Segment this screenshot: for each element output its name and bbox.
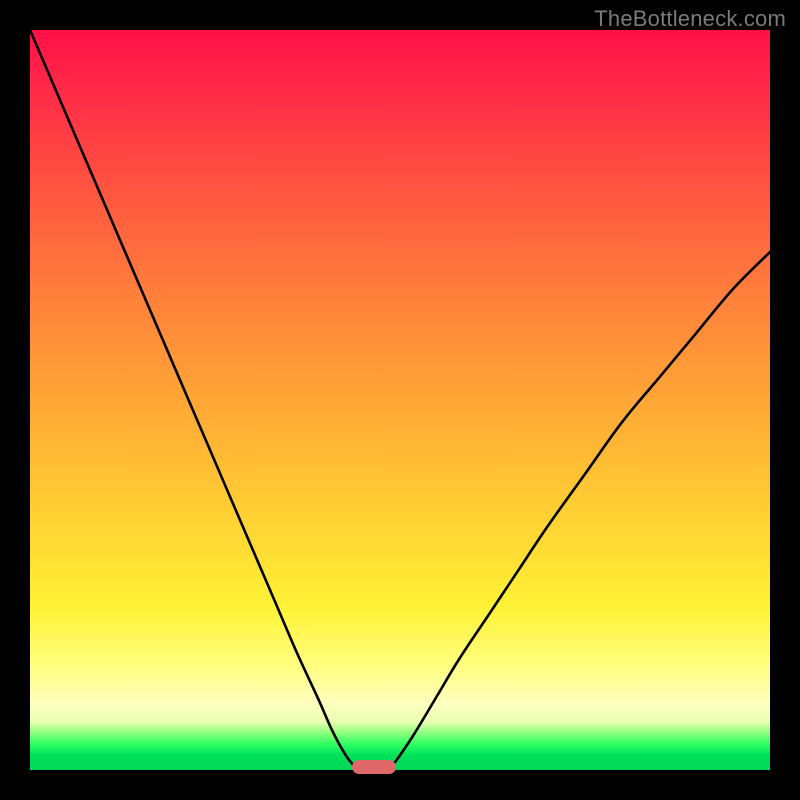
curve-svg <box>30 30 770 770</box>
chart-frame: TheBottleneck.com <box>0 0 800 800</box>
plot-area <box>30 30 770 770</box>
left-curve-path <box>30 30 359 770</box>
watermark-text: TheBottleneck.com <box>594 6 786 32</box>
bottleneck-marker <box>352 760 396 774</box>
right-curve-path <box>389 252 770 770</box>
